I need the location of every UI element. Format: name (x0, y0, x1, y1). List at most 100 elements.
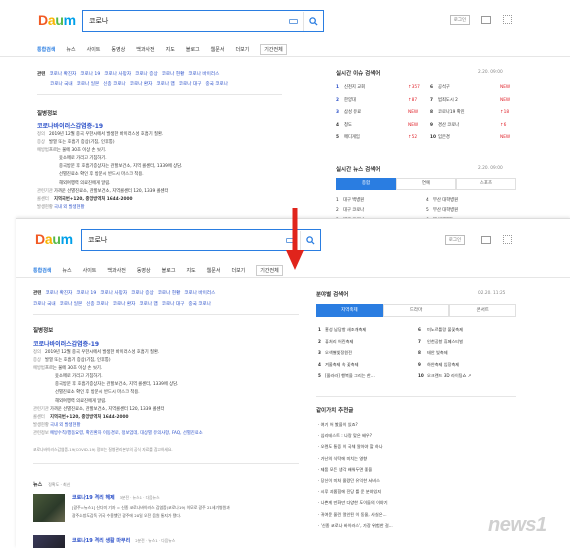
related-link[interactable]: 중국 코로나 (205, 81, 228, 87)
news-title[interactable]: 코로나19 격리 해제 (72, 494, 115, 501)
rtnews-item[interactable]: 4 부산 대학병원 (426, 196, 516, 206)
related-link[interactable]: 코로나 환자 (130, 81, 153, 87)
info-link[interactable]: 국내 외 발생현황 (54, 204, 84, 212)
related-link[interactable]: 코로나 일본 (60, 301, 83, 307)
related-link[interactable]: 코로나 맵 (156, 81, 174, 87)
related-link[interactable]: 코로나 일본 (77, 81, 100, 87)
related-link[interactable]: 코로나 19 (76, 290, 96, 296)
tab-encyclopedia[interactable]: 백과사전 (107, 267, 125, 274)
daum-logo[interactable]: Daum (38, 12, 76, 28)
tab-news[interactable]: 뉴스 (62, 267, 71, 274)
info-link[interactable]: 예방수칙/행동요령, 확진환자 이동경로, 정보업데, 대상별 유의사항, FA… (50, 430, 203, 438)
popular-item[interactable]: 9 하얀축제 입장축제 (418, 359, 518, 371)
related-link[interactable]: 코로나 대구 (162, 301, 185, 307)
popular-item[interactable]: 2 퓨처리 어린축제 (318, 336, 413, 348)
popular-tab[interactable]: 지역축제 (316, 304, 383, 317)
search-button[interactable] (303, 11, 323, 31)
rtnews-item[interactable]: 2 대구 코로나 (336, 206, 426, 216)
related-link[interactable]: 코로나 현황 (158, 290, 181, 296)
related-link[interactable]: 코로나 현황 (162, 71, 185, 77)
search-input[interactable] (83, 17, 289, 25)
related-link[interactable]: 코로나 사망자 (104, 71, 131, 77)
related-q-item[interactable]: · 귀여운 울린 얼인된 이 동물, 사실은... (318, 509, 513, 520)
related-q-item[interactable]: · 오렌도 통증 이 국체 알아야 할 하나 (318, 441, 513, 452)
rtnews-tab[interactable]: 연예 (396, 178, 456, 190)
related-link[interactable]: 코로나 증상 (131, 290, 154, 296)
realtime-item[interactable]: 2 한양대 ↑87 (336, 95, 426, 108)
tab-webdoc[interactable]: 웹문서 (207, 267, 221, 274)
tab-all[interactable]: 통합검색 (37, 46, 55, 53)
mail-icon[interactable] (481, 236, 491, 244)
disease-title[interactable]: 코로나바이러스감염증-19 (33, 339, 99, 348)
rtnews-item[interactable]: 5 부산 대학병원 (426, 206, 516, 216)
keyboard-icon[interactable] (289, 18, 298, 24)
tab-site[interactable]: 사이트 (87, 46, 101, 53)
popular-item[interactable]: 6 미노르틀랑 불꽃축제 (418, 324, 518, 336)
realtime-item[interactable]: 7 범죄도시 2 NEW (430, 95, 516, 108)
related-q-item[interactable]: · '신종 코로나 바이러스', 가장 위험한 걸... (318, 520, 513, 531)
realtime-item[interactable]: 5 메디게임 ↑52 (336, 132, 426, 145)
popular-item[interactable]: 10 오크랜드 3D 라이팅쇼 ↗ (418, 370, 518, 382)
related-q-item[interactable]: · 여기 어 봤을이 있죠? (318, 419, 513, 430)
search-input[interactable] (82, 236, 286, 244)
tab-video[interactable]: 동영상 (111, 46, 125, 53)
news-thumbnail[interactable] (33, 494, 65, 522)
tab-map[interactable]: 지도 (186, 267, 195, 274)
period-select[interactable]: 기간전체 (256, 265, 283, 276)
related-link[interactable]: 코로나 바이러스 (188, 71, 219, 77)
related-link[interactable]: 코로나 사망자 (100, 290, 127, 296)
news-sort[interactable]: 정확도 · 최신 (48, 482, 70, 488)
related-q-item[interactable]: · 당신이 미처 몰랐던 유익한 서비스 (318, 475, 513, 486)
popular-item[interactable]: 1 홍성 남당항 새조개축제 (318, 324, 413, 336)
popular-tab[interactable]: 콘서트 (449, 304, 517, 317)
realtime-item[interactable]: 1 신천지 교회 ↑357 (336, 82, 426, 95)
daum-logo[interactable]: Daum (35, 231, 73, 247)
popular-item[interactable]: 5 [올라라] 행복을 그리는 한... (318, 370, 413, 382)
popular-item[interactable]: 3 오색별빛정원전 (318, 347, 413, 359)
related-link[interactable]: 코로나 확진자 (49, 71, 76, 77)
related-q-item[interactable]: · 가난의 식탁에 미치는 영향 (318, 453, 513, 464)
popular-item[interactable]: 8 태안 빛축제 (418, 347, 518, 359)
tab-blog[interactable]: 블로그 (162, 267, 176, 274)
rtnews-item[interactable]: 1 대구 백병원 (336, 196, 426, 206)
news-title[interactable]: 코로나19 격리 생활 마무리 (72, 537, 130, 544)
related-link[interactable]: 코로나 확진자 (45, 290, 72, 296)
popular-tab[interactable]: 드라마 (382, 304, 450, 317)
related-link[interactable]: 코로나 맵 (139, 301, 157, 307)
related-link[interactable]: 코로나 국내 (50, 81, 73, 87)
tab-encyclopedia[interactable]: 백과사전 (136, 46, 154, 53)
related-link[interactable]: 신종 코로나 (86, 301, 109, 307)
tab-more[interactable]: 더보기 (231, 267, 245, 274)
related-link[interactable]: 코로나 국내 (33, 301, 56, 307)
related-q-item[interactable]: · 심리테스트 : 나랑 맞은 배우? (318, 430, 513, 441)
related-link[interactable]: 중국 코로나 (188, 301, 211, 307)
related-link[interactable]: 코로나 대구 (179, 81, 202, 87)
related-link[interactable]: 신종 코로나 (103, 81, 126, 87)
popular-item[interactable]: 7 인천공항 휴페스티벌 (418, 336, 518, 348)
realtime-item[interactable]: 10 임은경 NEW (430, 132, 516, 145)
news-thumbnail[interactable] (33, 535, 65, 548)
tab-video[interactable]: 동영상 (137, 267, 151, 274)
tab-all[interactable]: 통합검색 (33, 267, 51, 274)
realtime-item[interactable]: 4 청도 NEW (336, 120, 426, 133)
popular-item[interactable]: 4 겨울축제 속 꽃축제 (318, 359, 413, 371)
tab-blog[interactable]: 블로그 (186, 46, 200, 53)
tab-more[interactable]: 더보기 (235, 46, 249, 53)
related-link[interactable]: 코로나 바이러스 (184, 290, 215, 296)
related-q-item[interactable]: · 나쁜게 만화만 다양한 도이들의 이야기 (318, 497, 513, 508)
mail-icon[interactable] (481, 16, 491, 24)
apps-grid-icon[interactable] (503, 235, 512, 244)
related-link[interactable]: 코로나 19 (80, 71, 100, 77)
realtime-item[interactable]: 6 공석구 NEW (430, 82, 516, 95)
tab-map[interactable]: 지도 (166, 46, 175, 53)
login-button[interactable]: 로그인 (450, 15, 470, 25)
apps-grid-icon[interactable] (503, 15, 512, 24)
realtime-item[interactable]: 8 코로나19 확진 ↑18 (430, 107, 516, 120)
period-select[interactable]: 기간전체 (260, 44, 287, 55)
realtime-item[interactable]: 9 경산 코로나 ↑6 (430, 120, 516, 133)
related-link[interactable]: 코로나 증상 (135, 71, 158, 77)
related-q-item[interactable]: · 제품 모든 생각 배워두면 좋을 (318, 464, 513, 475)
rtnews-tab[interactable]: 스포츠 (456, 178, 516, 190)
tab-webdoc[interactable]: 웹문서 (211, 46, 225, 53)
related-q-item[interactable]: · 시루 괴롭힘에 진당 를 운 분야있지 (318, 486, 513, 497)
